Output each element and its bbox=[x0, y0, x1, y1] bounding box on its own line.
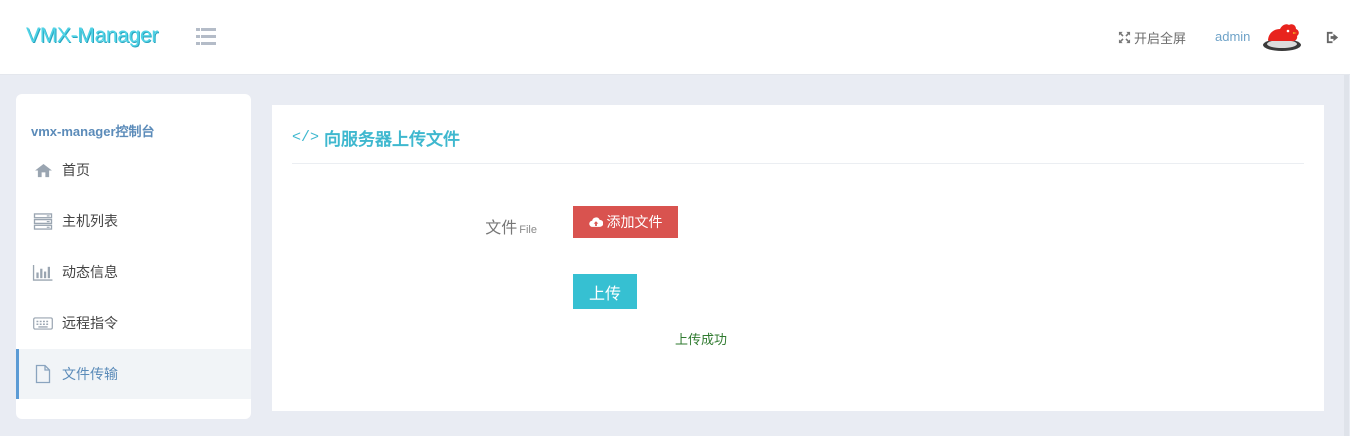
file-label-sub: File bbox=[519, 224, 537, 236]
sidebar: vmx-manager控制台 首页 主机列表 动态信息 远程指令 文件传输 bbox=[16, 94, 251, 419]
cloud-upload-icon bbox=[588, 216, 603, 227]
list-icon[interactable] bbox=[196, 28, 216, 45]
home-icon bbox=[32, 160, 54, 180]
sidebar-item-dynamic-info[interactable]: 动态信息 bbox=[16, 247, 251, 297]
bar-chart-icon bbox=[32, 262, 54, 282]
sidebar-item-home[interactable]: 首页 bbox=[16, 145, 251, 195]
sidebar-item-label: 动态信息 bbox=[62, 264, 118, 280]
sidebar-item-label: 远程指令 bbox=[62, 315, 118, 331]
upload-status-message: 上传成功 bbox=[675, 332, 728, 347]
sign-out-icon[interactable] bbox=[1325, 30, 1340, 45]
add-file-label: 添加文件 bbox=[606, 214, 663, 230]
add-file-button[interactable]: 添加文件 bbox=[573, 206, 678, 238]
upload-panel: </> 向服务器上传文件 文件 File 添加文件 上传 上传成功 bbox=[272, 105, 1324, 411]
sidebar-item-label: 文件传输 bbox=[62, 366, 118, 382]
page-title: </> 向服务器上传文件 bbox=[292, 125, 460, 150]
fullscreen-button[interactable]: 开启全屏 bbox=[1118, 29, 1187, 46]
sidebar-item-file-transfer[interactable]: 文件传输 bbox=[16, 349, 251, 399]
brand-logo[interactable]: VMX-Manager bbox=[26, 24, 158, 48]
code-icon: </> bbox=[292, 129, 320, 146]
file-icon bbox=[32, 364, 54, 384]
sidebar-item-label: 首页 bbox=[62, 162, 90, 178]
file-field-label: 文件 File bbox=[482, 214, 537, 238]
expand-icon bbox=[1118, 31, 1131, 43]
title-divider bbox=[292, 163, 1304, 164]
file-label-main: 文件 bbox=[485, 220, 518, 237]
sidebar-item-label: 主机列表 bbox=[62, 213, 118, 229]
page-scrollbar[interactable] bbox=[1343, 75, 1350, 436]
scrollbar-thumb[interactable] bbox=[1344, 75, 1349, 436]
top-header: VMX-Manager 开启全屏 admin bbox=[0, 0, 1350, 75]
sidebar-item-hosts[interactable]: 主机列表 bbox=[16, 196, 251, 246]
server-icon bbox=[32, 211, 54, 231]
page-title-text: 向服务器上传文件 bbox=[324, 130, 461, 149]
fullscreen-label: 开启全屏 bbox=[1134, 30, 1187, 46]
bird-avatar-icon[interactable] bbox=[1261, 21, 1303, 53]
user-name[interactable]: admin bbox=[1215, 29, 1250, 44]
upload-button[interactable]: 上传 bbox=[573, 274, 637, 309]
sidebar-title: vmx-manager控制台 bbox=[31, 124, 155, 139]
keyboard-icon bbox=[32, 313, 54, 333]
sidebar-item-remote-command[interactable]: 远程指令 bbox=[16, 298, 251, 348]
